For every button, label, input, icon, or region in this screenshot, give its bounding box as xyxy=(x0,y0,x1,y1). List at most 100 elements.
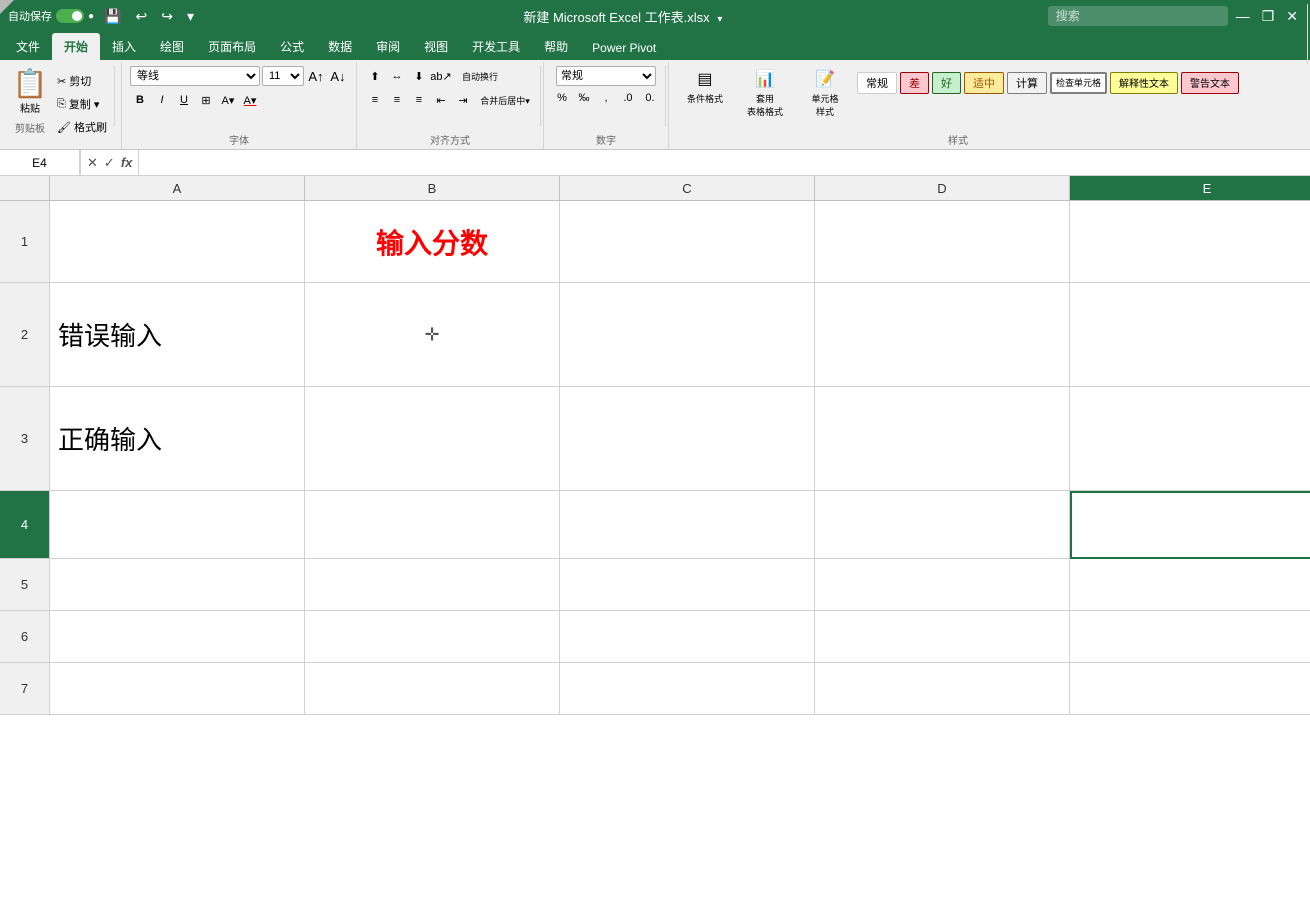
cell-d4[interactable] xyxy=(815,491,1070,559)
row-num-7[interactable]: 7 xyxy=(0,663,50,715)
minimize-button[interactable]: — xyxy=(1232,8,1254,24)
underline-button[interactable]: U xyxy=(174,90,194,110)
cell-a7[interactable] xyxy=(50,663,305,715)
restore-button[interactable]: ❐ xyxy=(1258,8,1279,25)
style-check-cell[interactable]: 检查单元格 xyxy=(1050,72,1107,94)
font-color-button[interactable]: A▾ xyxy=(240,90,260,110)
style-neutral[interactable]: 适中 xyxy=(964,72,1004,94)
percent-button[interactable]: ‰ xyxy=(574,88,594,108)
col-header-d[interactable]: D xyxy=(815,176,1070,200)
cell-c6[interactable] xyxy=(560,611,815,663)
orientation-button[interactable]: ab↗ xyxy=(431,66,451,86)
decrease-decimal-button[interactable]: 0. xyxy=(640,88,660,108)
align-middle-button[interactable]: ↔ xyxy=(387,66,407,86)
style-bad[interactable]: 差 xyxy=(900,72,929,94)
merge-center-button[interactable]: 合并后居中▾ xyxy=(475,90,535,110)
format-painter-button[interactable]: 🖌 格式刷 xyxy=(52,116,112,138)
cell-c1[interactable] xyxy=(560,201,815,283)
cell-c7[interactable] xyxy=(560,663,815,715)
cell-c5[interactable] xyxy=(560,559,815,611)
cell-a4[interactable] xyxy=(50,491,305,559)
align-right-button[interactable]: ≡ xyxy=(409,90,429,110)
tab-developer[interactable]: 开发工具 xyxy=(460,33,532,60)
cell-c4[interactable] xyxy=(560,491,815,559)
increase-font-button[interactable]: A↑ xyxy=(306,66,326,86)
tab-review[interactable]: 审阅 xyxy=(364,33,412,60)
cell-reference-box[interactable] xyxy=(0,150,80,175)
cell-e1[interactable] xyxy=(1070,201,1310,283)
font-name-select[interactable]: 等线 xyxy=(130,66,260,86)
cancel-formula-button[interactable]: ✕ xyxy=(85,155,100,171)
border-button[interactable]: ⊞ xyxy=(196,90,216,110)
cell-a5[interactable] xyxy=(50,559,305,611)
cell-d3[interactable] xyxy=(815,387,1070,491)
tab-page-layout[interactable]: 页面布局 xyxy=(196,33,268,60)
tab-home[interactable]: 开始 xyxy=(52,33,100,60)
cell-d6[interactable] xyxy=(815,611,1070,663)
cell-style-button[interactable]: 📝 单元格样式 xyxy=(797,66,853,100)
cell-d2[interactable] xyxy=(815,283,1070,387)
style-warning[interactable]: 警告文本 xyxy=(1181,72,1239,94)
row-num-4[interactable]: 4 xyxy=(0,491,50,559)
cell-a2[interactable]: 错误输入 xyxy=(50,283,305,387)
style-calculation[interactable]: 计算 xyxy=(1007,72,1047,94)
align-left-button[interactable]: ≡ xyxy=(365,90,385,110)
cell-b4[interactable] xyxy=(305,491,560,559)
paste-button[interactable]: 📋 粘贴 xyxy=(8,66,52,118)
redo-button[interactable]: ↪ xyxy=(157,8,177,25)
cell-e4[interactable] xyxy=(1070,491,1310,559)
wrap-text-button[interactable]: 自动换行 xyxy=(453,66,507,86)
tab-formulas[interactable]: 公式 xyxy=(268,33,316,60)
search-input[interactable] xyxy=(1048,6,1228,26)
tab-data[interactable]: 数据 xyxy=(316,33,364,60)
cell-e6[interactable] xyxy=(1070,611,1310,663)
comma-button[interactable]: , xyxy=(596,88,616,108)
confirm-formula-button[interactable]: ✓ xyxy=(102,155,117,171)
customize-qat-button[interactable]: ▾ xyxy=(183,8,198,25)
cell-e5[interactable] xyxy=(1070,559,1310,611)
conditional-format-button[interactable]: ▤ 条件格式 xyxy=(677,66,733,100)
cell-b7[interactable] xyxy=(305,663,560,715)
tab-draw[interactable]: 绘图 xyxy=(148,33,196,60)
indent-decrease-button[interactable]: ⇤ xyxy=(431,90,451,110)
increase-decimal-button[interactable]: .0 xyxy=(618,88,638,108)
currency-button[interactable]: % xyxy=(552,88,572,108)
cell-e7[interactable] xyxy=(1070,663,1310,715)
col-header-a[interactable]: A xyxy=(50,176,305,200)
undo-button[interactable]: ↩ xyxy=(131,8,151,25)
cell-c2[interactable] xyxy=(560,283,815,387)
cell-d1[interactable] xyxy=(815,201,1070,283)
font-size-select[interactable]: 11 xyxy=(262,66,304,86)
close-button[interactable]: ✕ xyxy=(1282,8,1302,25)
style-explanatory[interactable]: 解释性文本 xyxy=(1110,72,1178,94)
cell-b5[interactable] xyxy=(305,559,560,611)
cut-button[interactable]: ✂ 剪切 xyxy=(52,70,112,92)
decrease-font-button[interactable]: A↓ xyxy=(328,66,348,86)
cell-b2[interactable]: ✛ xyxy=(305,283,560,387)
autosave-toggle[interactable] xyxy=(56,9,84,23)
row-num-5[interactable]: 5 xyxy=(0,559,50,611)
copy-button[interactable]: ⎘ 复制 ▾ xyxy=(52,93,112,115)
tab-insert[interactable]: 插入 xyxy=(100,33,148,60)
tab-file[interactable]: 文件 xyxy=(4,33,52,60)
insert-function-button[interactable]: fx xyxy=(119,155,135,170)
italic-button[interactable]: I xyxy=(152,90,172,110)
cell-a6[interactable] xyxy=(50,611,305,663)
col-header-b[interactable]: B xyxy=(305,176,560,200)
cell-e3[interactable] xyxy=(1070,387,1310,491)
col-header-c[interactable]: C xyxy=(560,176,815,200)
indent-increase-button[interactable]: ⇥ xyxy=(453,90,473,110)
row-num-1[interactable]: 1 xyxy=(0,201,50,283)
save-button[interactable]: 💾 xyxy=(100,8,125,25)
style-normal[interactable]: 常规 xyxy=(857,72,897,94)
col-header-e[interactable]: E xyxy=(1070,176,1310,200)
cell-e2[interactable] xyxy=(1070,283,1310,387)
dropdown-arrow[interactable]: ▾ xyxy=(717,14,722,25)
tab-view[interactable]: 视图 xyxy=(412,33,460,60)
cell-c3[interactable] xyxy=(560,387,815,491)
cell-a3[interactable]: 正确输入 xyxy=(50,387,305,491)
style-good[interactable]: 好 xyxy=(932,72,961,94)
cell-d5[interactable] xyxy=(815,559,1070,611)
number-format-select[interactable]: 常规 xyxy=(556,66,656,86)
row-num-2[interactable]: 2 xyxy=(0,283,50,387)
